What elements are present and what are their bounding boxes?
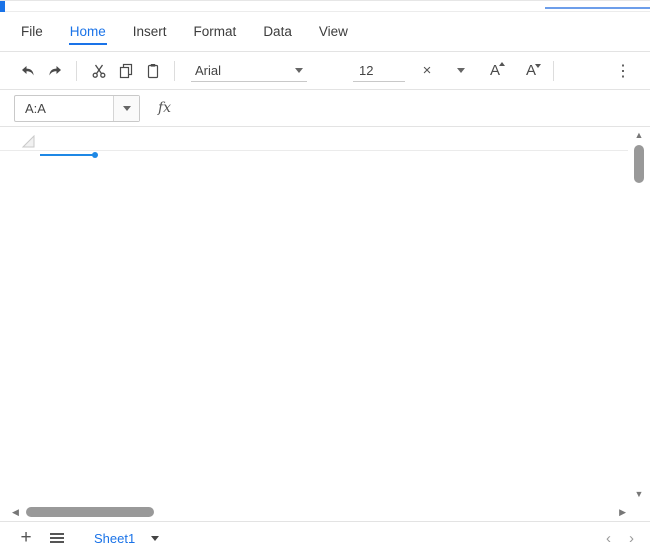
menu-item-file[interactable]: File	[20, 18, 44, 45]
scroll-right-arrow[interactable]: ▶	[619, 507, 626, 517]
copy-button[interactable]	[112, 58, 139, 84]
undo-icon	[21, 65, 34, 75]
horizontal-scrollbar-thumb[interactable]	[26, 507, 154, 517]
decrease-font-size-button[interactable]: A	[517, 58, 545, 84]
top-sliver	[0, 0, 650, 12]
toolbar-separator	[174, 60, 175, 81]
corner-accent-mark	[0, 1, 5, 12]
chevron-down-icon	[295, 67, 303, 73]
chevron-down-icon	[122, 105, 131, 111]
font-family-value: Arial	[195, 62, 222, 78]
sheet-tab-label: Sheet1	[94, 530, 136, 546]
select-all-triangle-icon	[21, 134, 35, 148]
chevron-down-icon	[457, 68, 465, 73]
toolbar-separator	[553, 60, 554, 81]
selection-fill-handle[interactable]	[92, 152, 98, 158]
redo-icon	[48, 65, 61, 75]
select-all-corner[interactable]	[20, 133, 35, 148]
toolbar-overflow-button[interactable]: ⋮	[610, 58, 636, 84]
vertical-scrollbar-thumb[interactable]	[634, 145, 644, 183]
previous-sheet-button[interactable]: ‹	[606, 530, 611, 547]
increase-font-size-button[interactable]: A	[481, 58, 509, 84]
sheet-tab-sheet1[interactable]: Sheet1	[86, 526, 167, 551]
menu-item-insert[interactable]: Insert	[132, 18, 168, 45]
add-sheet-button[interactable]: +	[16, 527, 36, 549]
name-box[interactable]: A:A	[14, 94, 140, 122]
toolbar: Arial 12 × A A ⋮	[0, 52, 650, 90]
cut-button[interactable]	[85, 58, 112, 84]
paste-button[interactable]	[139, 58, 166, 84]
menu-item-format[interactable]: Format	[193, 18, 238, 45]
top-progress-line	[545, 7, 650, 9]
name-box-value[interactable]: A:A	[15, 96, 113, 121]
font-size-dropdown-button[interactable]	[449, 59, 473, 83]
function-fx-label: fx	[158, 100, 172, 116]
scroll-down-arrow[interactable]: ▼	[635, 490, 644, 499]
menubar: File Home Insert Format Data View	[0, 12, 650, 52]
scissors-icon	[92, 64, 105, 78]
arrow-down-icon	[535, 63, 541, 68]
font-family-dropdown[interactable]: Arial	[191, 60, 307, 82]
toolbar-separator	[76, 60, 77, 81]
scroll-left-arrow[interactable]: ◀	[12, 507, 19, 517]
sheet-bar: + Sheet1 ‹ ›	[0, 521, 650, 554]
undo-button[interactable]	[14, 58, 41, 84]
menu-item-data[interactable]: Data	[262, 18, 293, 45]
clipboard-icon	[147, 63, 158, 78]
copy-icon	[119, 63, 132, 78]
formula-bar: A:A fx	[0, 90, 650, 127]
menu-item-view[interactable]: View	[318, 18, 349, 45]
font-size-value: 12	[359, 62, 374, 78]
next-sheet-button[interactable]: ›	[629, 530, 634, 547]
chevron-down-icon[interactable]	[151, 535, 160, 541]
spreadsheet-grid[interactable]: ▲ ▼ ◀ ▶	[0, 127, 650, 521]
name-box-dropdown-button[interactable]	[113, 95, 139, 121]
vertical-scrollbar[interactable]: ▲ ▼	[631, 131, 647, 499]
arrow-up-icon	[499, 61, 505, 66]
sheet-tab-navigation: ‹ ›	[606, 530, 634, 547]
column-a-selection-line	[40, 154, 94, 156]
font-size-clear-button[interactable]: ×	[415, 59, 439, 83]
scroll-up-arrow[interactable]: ▲	[635, 131, 644, 140]
font-size-input[interactable]: 12	[353, 60, 405, 82]
horizontal-scrollbar[interactable]: ◀ ▶	[12, 504, 626, 520]
redo-button[interactable]	[41, 58, 68, 84]
column-header-border	[0, 150, 628, 151]
menu-item-home[interactable]: Home	[68, 18, 107, 45]
sheet-list-menu-icon[interactable]	[50, 537, 64, 539]
